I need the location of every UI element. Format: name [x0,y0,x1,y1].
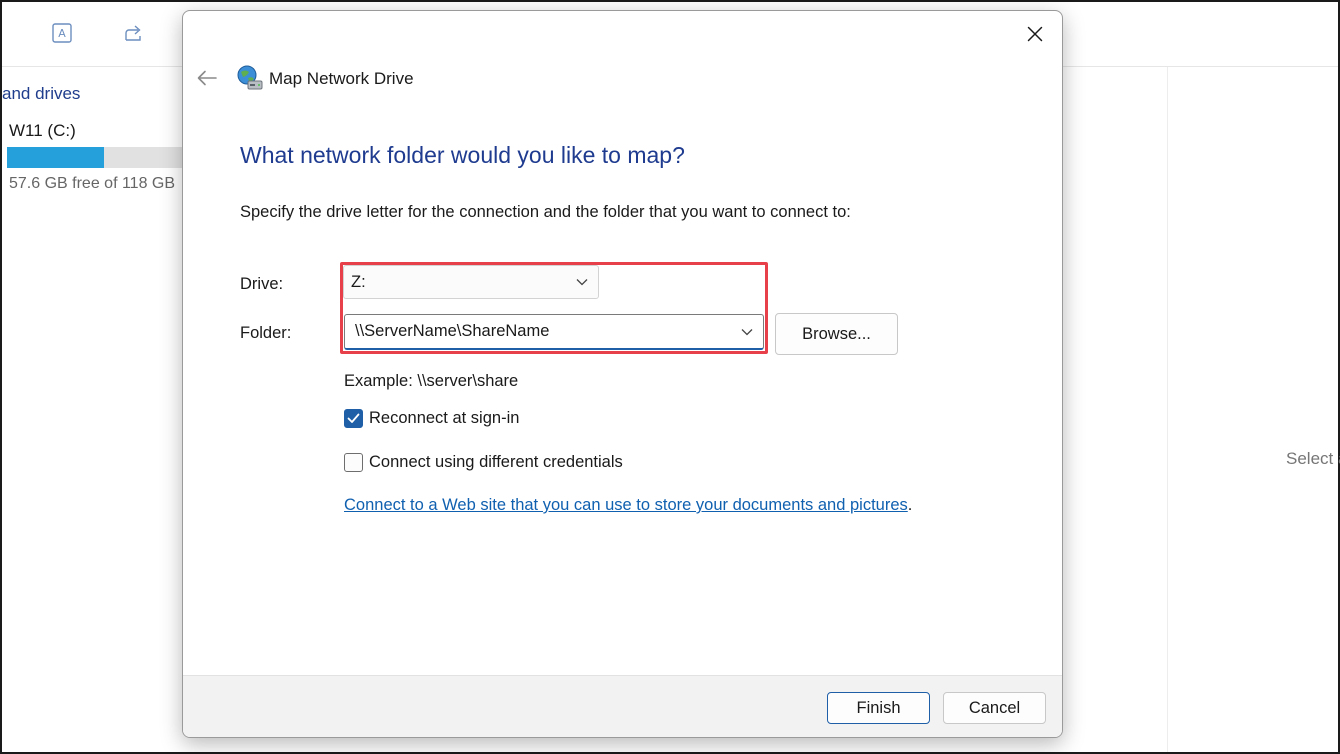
devices-and-drives-header[interactable]: and drives [2,84,80,104]
credentials-label: Connect using different credentials [369,453,623,471]
drive-c-usage-bar [7,147,197,168]
page-heading: What network folder would you like to ma… [240,142,685,168]
reconnect-checkbox[interactable] [344,409,363,428]
credentials-checkbox[interactable] [344,453,363,472]
dialog-title: Map Network Drive [269,69,414,88]
chevron-down-icon[interactable] [740,327,754,337]
chevron-down-icon [575,277,589,287]
translate-icon[interactable]: A [49,20,75,46]
web-site-link-suffix: . [907,496,913,514]
details-pane-hint: Select a [1286,449,1340,468]
finish-button[interactable]: Finish [827,692,930,724]
folder-input[interactable] [355,322,725,341]
drive-letter-dropdown[interactable]: Z: [343,265,599,299]
drive-c-free-space: 57.6 GB free of 118 GB [9,175,176,192]
instruction-text: Specify the drive letter for the connect… [240,203,851,221]
drive-c-name[interactable]: W11 (C:) [9,121,76,141]
credentials-checkbox-row[interactable]: Connect using different credentials [344,453,623,472]
map-network-drive-dialog: Map Network Drive What network folder wo… [182,10,1063,738]
back-arrow-icon [197,70,217,86]
web-site-link[interactable]: Connect to a Web site that you can use t… [344,496,908,514]
dialog-footer: Finish Cancel [183,675,1062,737]
details-pane-divider [1167,67,1168,752]
reconnect-label: Reconnect at sign-in [369,409,520,427]
drive-label: Drive: [240,275,284,293]
close-button[interactable] [1022,21,1048,47]
svg-text:A: A [58,27,66,40]
browse-button[interactable]: Browse... [775,313,898,355]
network-drive-icon [237,65,263,90]
back-button[interactable] [195,67,219,89]
example-text: Example: \\server\share [344,372,519,390]
checkmark-icon [347,413,360,423]
close-icon [1027,26,1043,42]
folder-combobox[interactable] [344,314,764,350]
folder-label: Folder: [240,324,292,342]
drive-letter-value: Z: [351,272,366,291]
share-icon[interactable] [121,20,147,46]
web-site-link-line: Connect to a Web site that you can use t… [344,496,912,515]
drive-c-usage-fill [7,147,104,168]
cancel-button[interactable]: Cancel [943,692,1046,724]
reconnect-checkbox-row[interactable]: Reconnect at sign-in [344,409,519,428]
